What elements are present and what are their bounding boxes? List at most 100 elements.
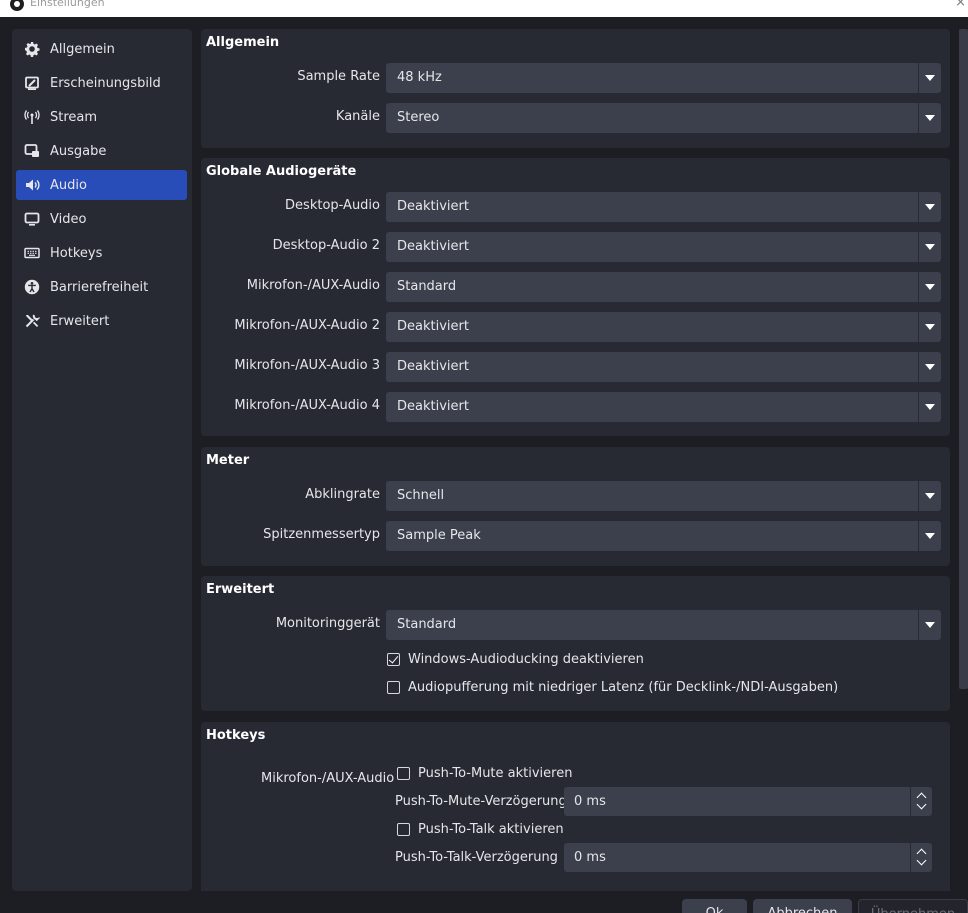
sidebar-item-label: Hotkeys <box>50 245 103 261</box>
chevron-down-icon[interactable] <box>916 799 927 810</box>
group-global-audio-devices: Globale Audiogeräte Desktop-Audio Deakti… <box>201 158 950 436</box>
chevron-down-icon[interactable] <box>918 232 941 262</box>
desktop-audio-2-label: Desktop-Audio 2 <box>272 238 380 253</box>
mic-aux-audio-4-select[interactable]: Deaktiviert <box>386 392 941 422</box>
push-to-talk-checkbox[interactable] <box>397 823 410 836</box>
select-value: Deaktiviert <box>397 359 469 374</box>
sidebar-item-label: Allgemein <box>50 41 115 57</box>
mic-aux-audio-label: Mikrofon-/AUX-Audio <box>246 278 380 293</box>
low-latency-label: Audiopufferung mit niedriger Latenz (für… <box>408 680 839 695</box>
peak-meter-type-label: Spitzenmessertyp <box>263 527 380 542</box>
chevron-down-icon[interactable] <box>918 192 941 222</box>
select-value: Standard <box>397 279 457 294</box>
obs-logo-icon <box>10 0 24 11</box>
sidebar-item-ausgabe[interactable]: Ausgabe <box>16 136 187 166</box>
chevron-down-icon[interactable] <box>918 312 941 342</box>
push-to-talk-delay-label: Push-To-Talk-Verzögerung <box>395 850 558 865</box>
select-value: 48 kHz <box>397 70 442 85</box>
select-value: Schnell <box>397 488 445 503</box>
cancel-button[interactable]: Abbrechen <box>753 899 852 913</box>
monitoring-device-label: Monitoringgerät <box>275 616 380 631</box>
sidebar-item-erweitert[interactable]: Erweitert <box>16 306 187 336</box>
push-to-mute-checkbox[interactable] <box>397 767 410 780</box>
desktop-audio-2-select[interactable]: Deaktiviert <box>386 232 941 262</box>
sidebar-item-allgemein[interactable]: Allgemein <box>16 34 187 64</box>
select-value: Stereo <box>397 110 440 125</box>
low-latency-checkbox[interactable] <box>387 681 400 694</box>
appearance-icon <box>25 76 39 90</box>
select-value: Deaktiviert <box>397 319 469 334</box>
desktop-audio-select[interactable]: Deaktiviert <box>386 192 941 222</box>
mic-aux-audio-2-label: Mikrofon-/AUX-Audio 2 <box>234 318 380 333</box>
output-icon <box>24 144 39 157</box>
group-meter: Meter Abklingrate Schnell Spitzenmessert… <box>201 447 950 566</box>
group-title: Allgemein <box>206 35 280 50</box>
sidebar-item-audio[interactable]: Audio <box>16 170 187 200</box>
push-to-talk-label: Push-To-Talk aktivieren <box>418 822 564 837</box>
gear-icon <box>25 42 40 57</box>
channels-label: Kanäle <box>335 109 380 124</box>
select-value: Deaktiviert <box>397 399 469 414</box>
sidebar-item-label: Video <box>50 211 87 227</box>
select-value: Standard <box>397 617 457 632</box>
sidebar-item-erscheinungsbild[interactable]: Erscheinungsbild <box>16 68 187 98</box>
tools-icon <box>25 314 40 328</box>
chevron-down-icon[interactable] <box>918 352 941 382</box>
mic-aux-audio-3-select[interactable]: Deaktiviert <box>386 352 941 382</box>
chevron-down-icon[interactable] <box>918 521 941 551</box>
sidebar-item-label: Barrierefreiheit <box>50 279 149 295</box>
chevron-down-icon[interactable] <box>918 103 941 133</box>
low-latency-checkbox-row[interactable]: Audiopufferung mit niedriger Latenz (für… <box>387 680 838 695</box>
monitor-icon <box>24 212 40 226</box>
hotkey-source-label: Mikrofon-/AUX-Audio <box>261 771 395 786</box>
decay-rate-label: Abklingrate <box>305 487 380 502</box>
sidebar-item-hotkeys[interactable]: Hotkeys <box>16 238 187 268</box>
mic-aux-audio-3-label: Mikrofon-/AUX-Audio 3 <box>234 358 380 373</box>
settings-sidebar: Allgemein Erscheinungsbild Stream Ausgab… <box>12 29 192 891</box>
monitoring-device-select[interactable]: Standard <box>386 610 941 640</box>
ok-button[interactable]: Ok <box>682 899 747 913</box>
push-to-mute-delay-spinbox[interactable]: 0 ms <box>564 787 932 816</box>
sidebar-item-barrierefreiheit[interactable]: Barrierefreiheit <box>16 272 187 302</box>
sample-rate-label: Sample Rate <box>297 69 380 84</box>
chevron-down-icon[interactable] <box>918 392 941 422</box>
mic-aux-audio-2-select[interactable]: Deaktiviert <box>386 312 941 342</box>
push-to-mute-label: Push-To-Mute aktivieren <box>418 766 573 781</box>
chevron-down-icon[interactable] <box>916 855 927 866</box>
chevron-down-icon[interactable] <box>918 481 941 511</box>
sidebar-item-stream[interactable]: Stream <box>16 102 187 132</box>
sidebar-item-label: Audio <box>50 177 87 193</box>
content-scrollbar[interactable] <box>959 29 968 689</box>
group-advanced: Erweitert Monitoringgerät Standard Windo… <box>201 576 950 711</box>
group-title: Meter <box>206 453 250 468</box>
mic-aux-audio-select[interactable]: Standard <box>386 272 941 302</box>
window-title: Einstellungen <box>30 0 105 9</box>
push-to-talk-delay-spinbox[interactable]: 0 ms <box>564 843 932 872</box>
apply-button[interactable]: Übernehmen <box>858 899 968 913</box>
select-value: Sample Peak <box>397 528 481 543</box>
push-to-talk-row[interactable]: Push-To-Talk aktivieren <box>397 822 564 837</box>
title-bar: Einstellungen × <box>0 0 968 17</box>
select-value: Deaktiviert <box>397 199 469 214</box>
group-title: Globale Audiogeräte <box>206 164 357 179</box>
spinbox-value: 0 ms <box>574 850 606 865</box>
group-title: Erweitert <box>206 582 275 597</box>
chevron-down-icon[interactable] <box>918 272 941 302</box>
channels-select[interactable]: Stereo <box>386 103 941 133</box>
sample-rate-select[interactable]: 48 kHz <box>386 63 941 93</box>
sidebar-item-label: Stream <box>50 109 98 125</box>
chevron-down-icon[interactable] <box>918 610 941 640</box>
peak-meter-type-select[interactable]: Sample Peak <box>386 521 941 551</box>
push-to-mute-row[interactable]: Push-To-Mute aktivieren <box>397 766 572 781</box>
group-title: Hotkeys <box>206 728 266 743</box>
mic-aux-audio-4-label: Mikrofon-/AUX-Audio 4 <box>234 398 380 413</box>
ducking-checkbox[interactable] <box>387 653 400 666</box>
chevron-down-icon[interactable] <box>918 63 941 93</box>
decay-rate-select[interactable]: Schnell <box>386 481 941 511</box>
ducking-checkbox-row[interactable]: Windows-Audioducking deaktivieren <box>387 652 644 667</box>
close-icon[interactable]: × <box>955 0 966 10</box>
select-value: Deaktiviert <box>397 239 469 254</box>
push-to-mute-delay-label: Push-To-Mute-Verzögerung <box>395 794 567 809</box>
sidebar-item-video[interactable]: Video <box>16 204 187 234</box>
settings-content: Allgemein Sample Rate 48 kHz Kanäle Ster… <box>201 29 950 891</box>
